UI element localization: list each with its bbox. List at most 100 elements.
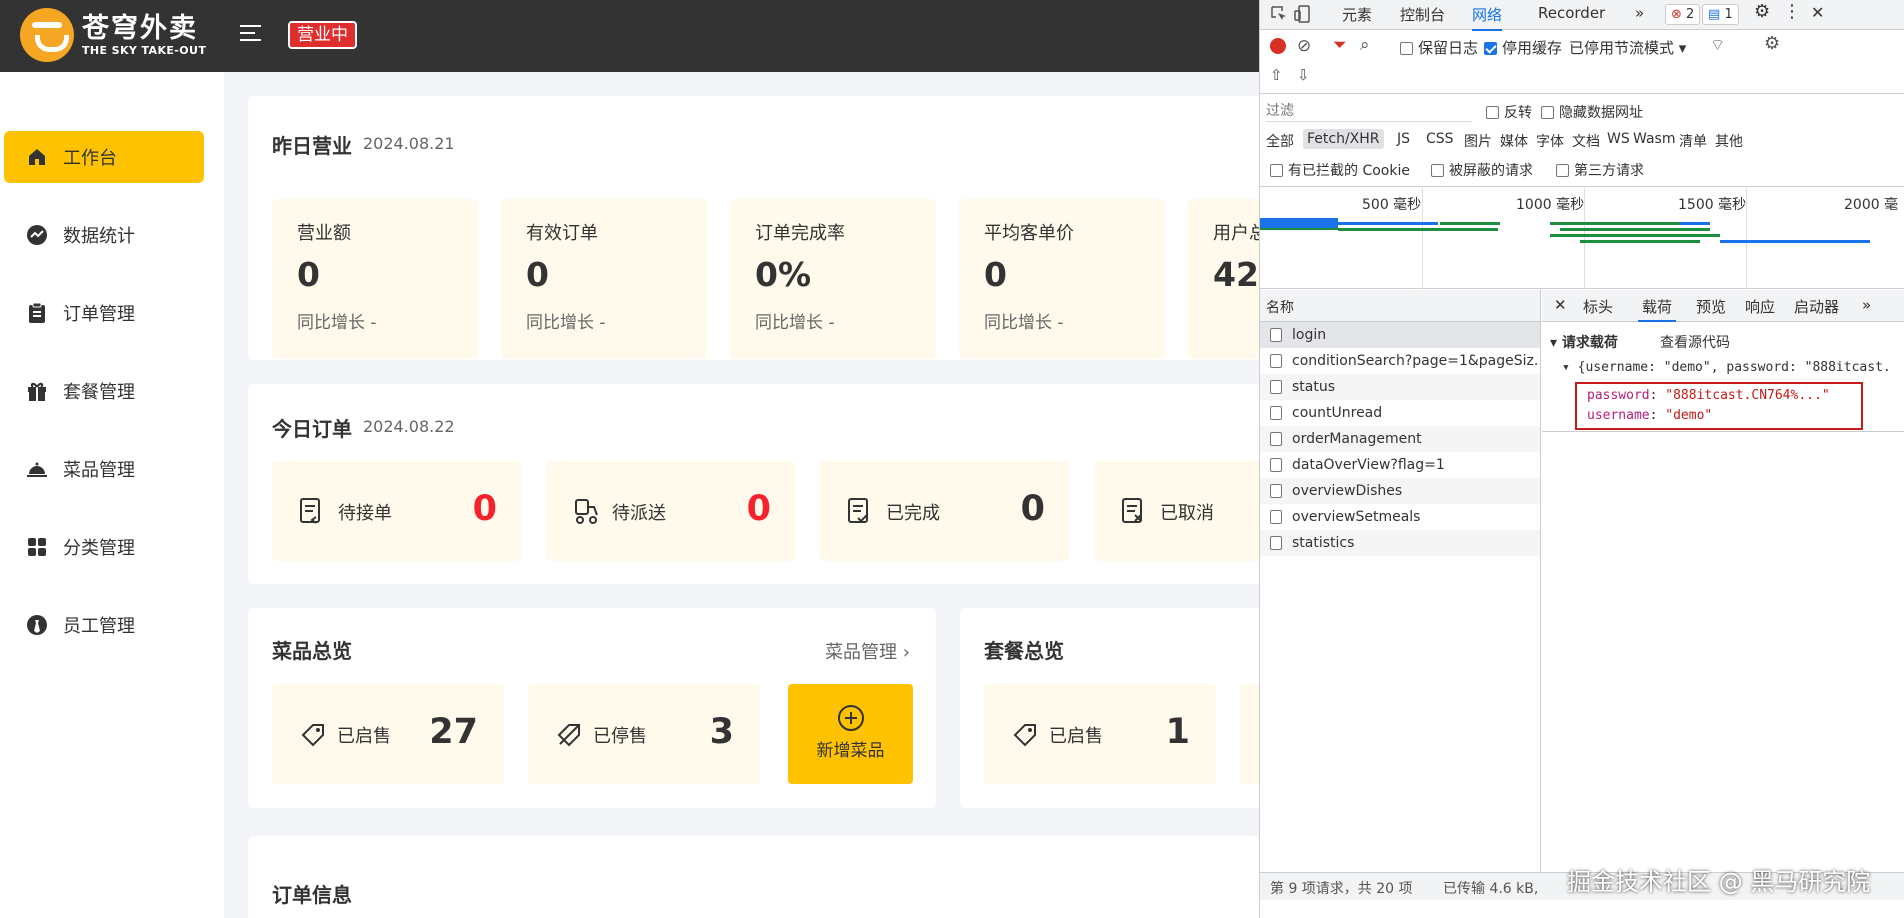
add-dish-button[interactable]: 新增菜品 (788, 684, 913, 784)
sidebar-item-categories[interactable]: 分类管理 (4, 521, 204, 573)
sidebar-item-workbench[interactable]: 工作台 (4, 131, 204, 183)
request-row[interactable]: countUnread (1260, 400, 1540, 426)
order-pending[interactable]: 待接单 0 (272, 461, 521, 561)
request-row[interactable]: orderManagement (1260, 426, 1540, 452)
card-title: 昨日营业 (272, 134, 352, 158)
type-fetch-xhr[interactable]: Fetch/XHR (1303, 129, 1384, 149)
type-css[interactable]: CSS (1426, 131, 1454, 147)
sidebar-item-employees[interactable]: 员工管理 (4, 599, 204, 651)
blocked-cookies-checkbox[interactable]: 有已拦截的 Cookie (1270, 160, 1410, 180)
tab-initiator[interactable]: 启动器 (1794, 296, 1839, 317)
close-detail-icon[interactable]: ✕ (1554, 296, 1567, 314)
tab-payload[interactable]: 载荷 (1637, 296, 1677, 322)
tab-headers[interactable]: 标头 (1583, 296, 1613, 317)
sidebar-item-dishes[interactable]: 菜品管理 (4, 443, 204, 495)
request-row[interactable]: status (1260, 374, 1540, 400)
sidebar-item-orders[interactable]: 订单管理 (4, 287, 204, 339)
throttling-select[interactable]: 已停用节流模式 ▾ (1569, 37, 1686, 58)
today-orders-card: 今日订单 2024.08.22 待接单 0 待派送 0 已完成 0 已取消 (248, 384, 1259, 584)
message-count-badge[interactable]: ▤ 1 (1702, 4, 1739, 25)
tag-icon (1013, 724, 1036, 747)
network-timeline[interactable]: 500 毫秒 1000 毫秒 1500 毫秒 2000 毫 (1260, 186, 1904, 289)
request-row[interactable]: statistics (1260, 530, 1540, 556)
brand-logo[interactable]: 苍穹外卖 THE SKY TAKE-OUT (20, 8, 206, 62)
export-har-icon[interactable]: ⇩ (1297, 66, 1310, 84)
more-detail-tabs-icon[interactable]: » (1862, 296, 1871, 314)
watermark: 掘金技术社区 @ 黑马研究院 (1567, 868, 1871, 896)
sidebar-item-statistics[interactable]: 数据统计 (4, 209, 204, 261)
timeline-tick: 500 毫秒 (1362, 197, 1422, 213)
more-options-icon[interactable]: ⋮ (1783, 1, 1801, 22)
invert-checkbox[interactable]: 反转 (1486, 102, 1532, 122)
type-js[interactable]: JS (1397, 131, 1410, 147)
error-icon: ⊗ (1671, 7, 1682, 22)
network-conditions-icon[interactable]: ⌔ (1710, 35, 1725, 55)
request-row[interactable]: overviewSetmeals (1260, 504, 1540, 530)
type-manifest[interactable]: 清单 (1679, 131, 1707, 151)
network-settings-gear-icon[interactable]: ⚙ (1764, 33, 1780, 54)
order-to-deliver[interactable]: 待派送 0 (546, 461, 795, 561)
payload-username-row[interactable]: username: "demo" (1587, 408, 1712, 423)
tab-network[interactable]: 网络 (1472, 4, 1503, 31)
preserve-log-checkbox[interactable]: 保留日志 (1400, 37, 1478, 58)
type-all[interactable]: 全部 (1266, 131, 1294, 151)
status-badge[interactable]: 营业中 (288, 21, 357, 49)
type-font[interactable]: 字体 (1536, 131, 1564, 151)
inspect-icon[interactable] (1270, 5, 1288, 23)
blocked-requests-checkbox[interactable]: 被屏蔽的请求 (1431, 160, 1533, 180)
sale-label: 已启售 (1049, 726, 1103, 747)
type-img[interactable]: 图片 (1464, 131, 1492, 151)
clear-icon[interactable]: ⊘ (1297, 36, 1311, 56)
third-party-checkbox[interactable]: 第三方请求 (1556, 160, 1644, 180)
type-doc[interactable]: 文档 (1572, 131, 1600, 151)
request-row[interactable]: overviewDishes (1260, 478, 1540, 504)
view-source-link[interactable]: 查看源代码 (1660, 332, 1730, 352)
tab-console[interactable]: 控制台 (1400, 4, 1445, 25)
name-column-header[interactable]: 名称 (1266, 297, 1294, 317)
request-detail-tabs: ✕ 标头 载荷 预览 响应 启动器 » (1542, 290, 1904, 322)
sidebar-item-setmeals[interactable]: 套餐管理 (4, 365, 204, 417)
logo-icon (20, 8, 74, 62)
menu-toggle-icon[interactable] (240, 25, 261, 43)
request-row[interactable]: dataOverView?flag=1 (1260, 452, 1540, 478)
payload-password-row[interactable]: password: "888itcast.CN764%..." (1587, 388, 1830, 403)
stat-value: 0 (297, 255, 320, 294)
plus-circle-icon (837, 705, 864, 731)
stat-valid-orders: 有效订单 0 同比增长 - (501, 199, 707, 359)
hide-data-urls-checkbox[interactable]: 隐藏数据网址 (1541, 102, 1643, 122)
tab-elements[interactable]: 元素 (1342, 4, 1372, 25)
settings-gear-icon[interactable]: ⚙ (1754, 1, 1770, 22)
import-har-icon[interactable]: ⇧ (1270, 66, 1283, 84)
pending-order-icon (300, 498, 320, 524)
tab-recorder[interactable]: Recorder (1538, 4, 1605, 22)
tab-response[interactable]: 响应 (1745, 296, 1775, 317)
dish-management-link[interactable]: 菜品管理 › (825, 638, 910, 664)
error-count-badge[interactable]: ⊗ 2 (1665, 4, 1701, 25)
request-row[interactable]: conditionSearch?page=1&pageSiz... (1260, 348, 1540, 374)
sale-label: 已停售 (593, 726, 647, 747)
sidebar-item-label: 菜品管理 (63, 460, 135, 481)
order-completed[interactable]: 已完成 0 (820, 461, 1069, 561)
filter-input[interactable]: 过滤 (1266, 100, 1472, 122)
card-title: 菜品总览 (272, 639, 352, 663)
type-media[interactable]: 媒体 (1500, 131, 1528, 151)
disable-cache-checkbox[interactable]: 停用缓存 (1484, 37, 1562, 58)
more-tabs-icon[interactable]: » (1635, 4, 1644, 22)
filter-icon[interactable]: ⏷ (1333, 35, 1347, 55)
stat-label: 平均客单价 (984, 223, 1074, 244)
search-icon[interactable]: ⌕ (1360, 35, 1370, 55)
orders-info-card: 订单信息 (248, 836, 1259, 918)
stat-growth: 同比增长 - (755, 313, 835, 333)
sidebar-item-label: 数据统计 (63, 226, 135, 247)
record-icon[interactable] (1270, 38, 1286, 54)
type-wasm[interactable]: Wasm (1633, 131, 1675, 147)
type-other[interactable]: 其他 (1715, 131, 1743, 151)
order-cancelled[interactable]: 已取消 (1094, 461, 1259, 561)
payload-section-title[interactable]: ▾ 请求载荷 (1550, 332, 1618, 352)
payload-summary[interactable]: ▾ {username: "demo", password: "888itcas… (1562, 360, 1891, 375)
type-ws[interactable]: WS (1607, 131, 1630, 147)
device-toggle-icon[interactable] (1294, 5, 1312, 23)
request-row[interactable]: login (1260, 322, 1540, 348)
close-devtools-icon[interactable]: ✕ (1811, 3, 1824, 22)
tab-preview[interactable]: 预览 (1696, 296, 1726, 317)
